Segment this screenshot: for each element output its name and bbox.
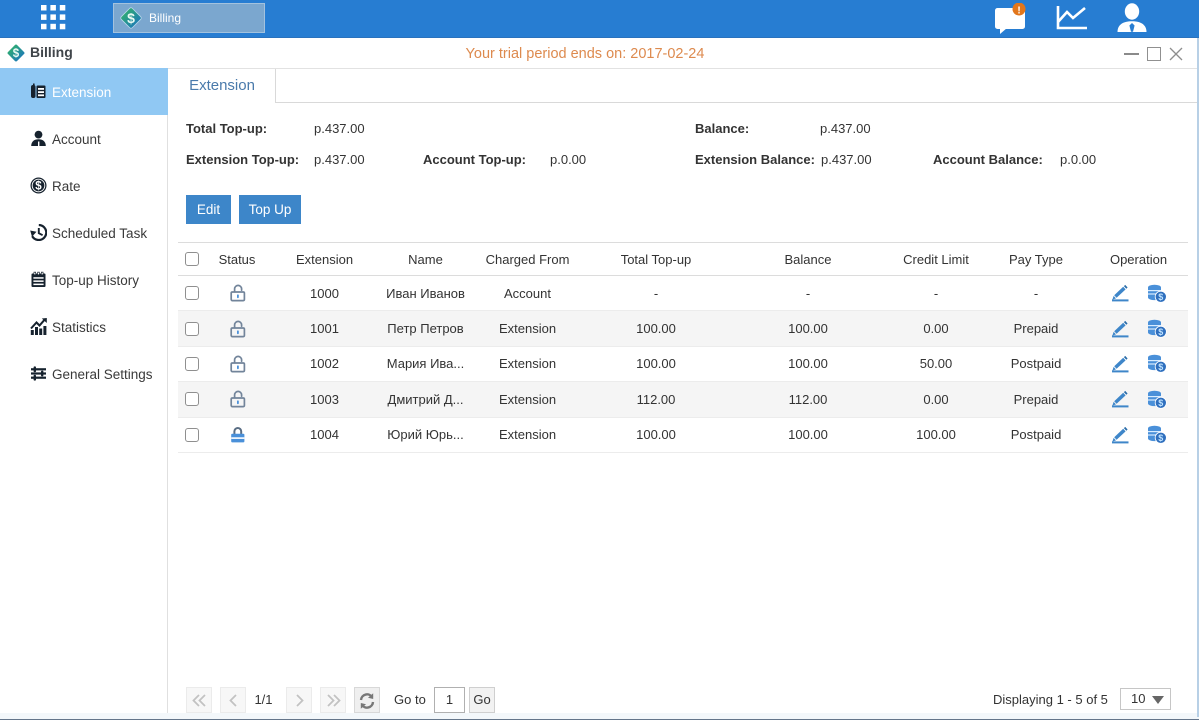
- svg-text:$: $: [1158, 363, 1163, 373]
- svg-text:$: $: [35, 181, 42, 193]
- svg-text:!: !: [1017, 6, 1020, 17]
- svg-text:$: $: [1158, 327, 1163, 337]
- svg-text:$: $: [1158, 292, 1163, 302]
- svg-text:$: $: [127, 10, 135, 26]
- svg-text:$: $: [1158, 433, 1163, 443]
- svg-text:$: $: [13, 48, 20, 60]
- svg-text:$: $: [1158, 398, 1163, 408]
